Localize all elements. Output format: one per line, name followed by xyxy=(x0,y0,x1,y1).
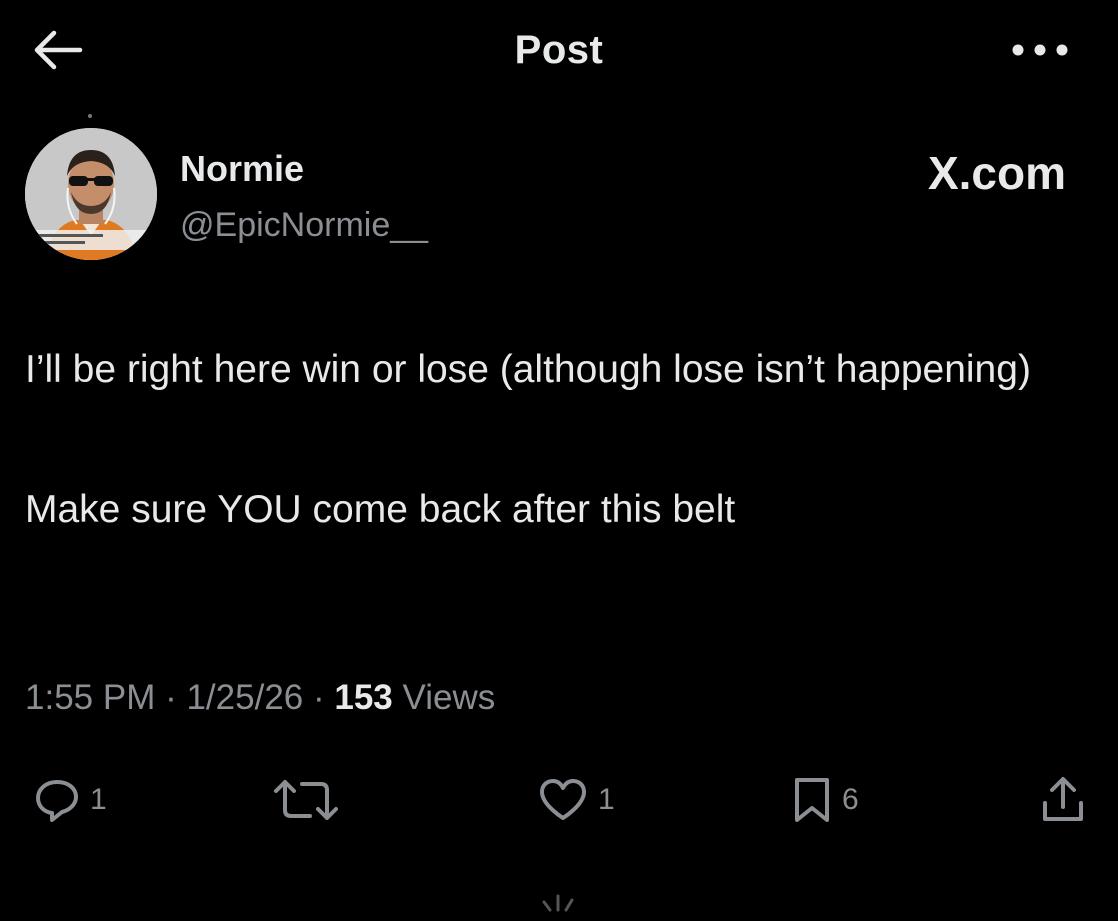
top-bar: Post xyxy=(0,0,1118,100)
share-button[interactable] xyxy=(1040,772,1086,828)
author-name[interactable]: Normie xyxy=(180,148,304,190)
bookmark-icon xyxy=(795,778,829,822)
page-title: Post xyxy=(514,28,604,72)
share-icon xyxy=(1043,777,1083,821)
loading-spinner-icon xyxy=(536,884,580,916)
repost-icon xyxy=(274,780,338,820)
post-date[interactable]: 1/25/26 xyxy=(186,678,303,717)
bookmark-count: 6 xyxy=(842,783,859,816)
reply-icon xyxy=(36,780,78,822)
like-button[interactable]: 1 xyxy=(538,772,615,828)
author-handle[interactable]: @EpicNormie__ xyxy=(180,206,428,245)
meta-separator: · xyxy=(155,678,187,717)
post-paragraph: I’ll be right here win or lose (although… xyxy=(25,348,1031,391)
post-time[interactable]: 1:55 PM xyxy=(25,678,155,717)
heart-icon xyxy=(540,779,586,820)
post-meta: 1:55 PM · 1/25/26 · 153 Views xyxy=(25,678,495,718)
repost-button[interactable] xyxy=(272,772,340,828)
post-text: I’ll be right here win or lose (although… xyxy=(25,340,1085,540)
views-count: 153 xyxy=(334,678,393,717)
meta-separator: · xyxy=(303,678,335,717)
like-count: 1 xyxy=(598,783,615,816)
post-paragraph: Make sure YOU come back after this belt xyxy=(25,488,736,531)
reply-button[interactable]: 1 xyxy=(34,772,107,828)
reply-count: 1 xyxy=(90,783,107,816)
views-label: Views xyxy=(392,678,496,717)
more-horizontal-icon xyxy=(1012,44,1068,56)
more-options-button[interactable] xyxy=(1010,40,1070,60)
avatar-photo xyxy=(25,128,157,260)
xcom-watermark: X.com xyxy=(927,147,1066,199)
divider-dot xyxy=(88,114,92,118)
bookmark-button[interactable]: 6 xyxy=(792,772,859,828)
avatar[interactable] xyxy=(25,128,157,260)
